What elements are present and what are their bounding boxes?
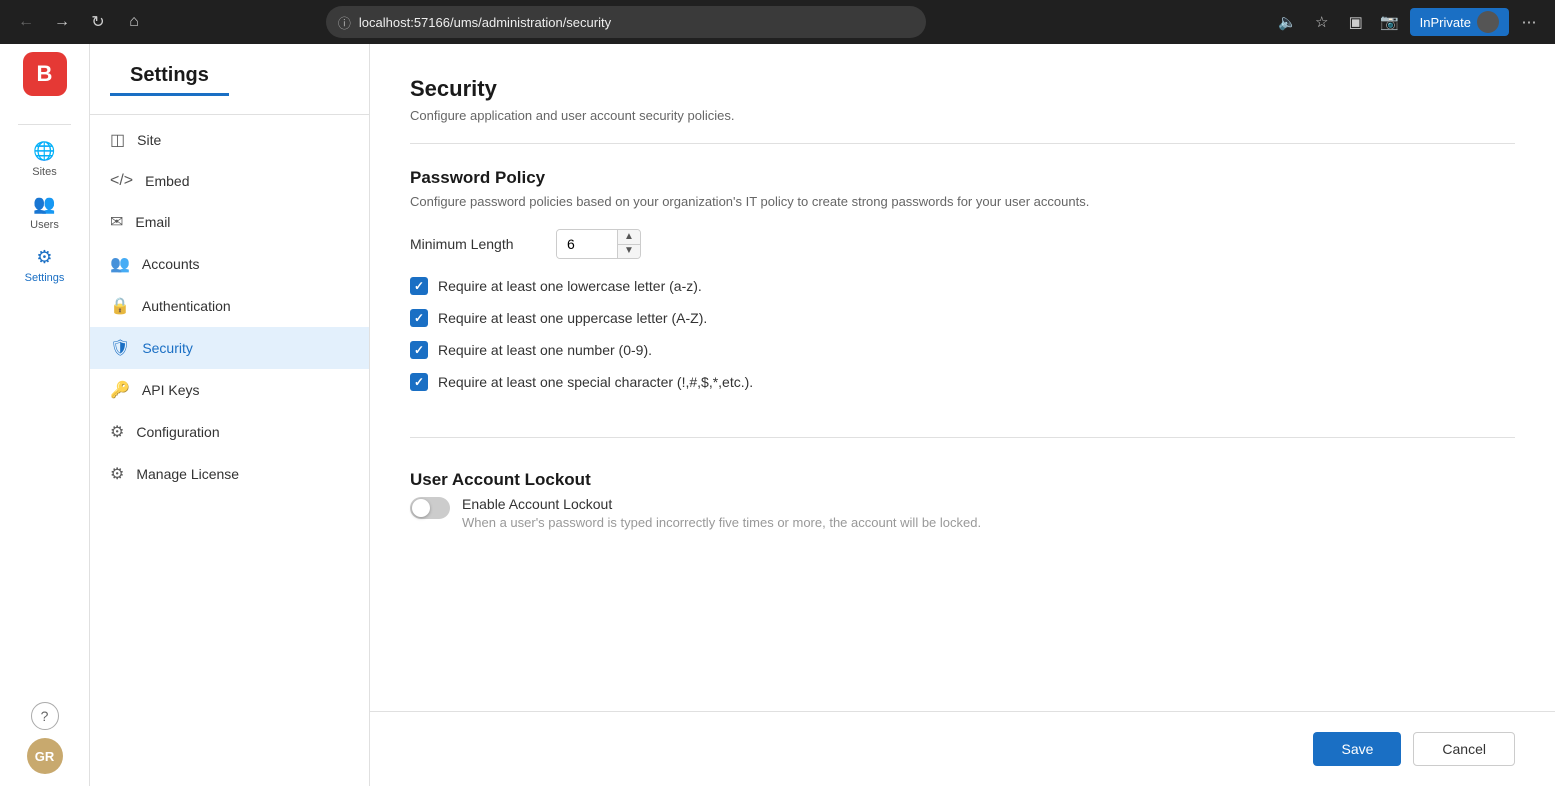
- save-button[interactable]: Save: [1313, 732, 1401, 766]
- check-mark-4: ✓: [414, 375, 424, 389]
- user-avatar[interactable]: GR: [27, 738, 63, 774]
- cancel-button[interactable]: Cancel: [1413, 732, 1515, 766]
- security-icon: 🛡: [110, 338, 130, 358]
- checkbox-number-label: Require at least one number (0-9).: [438, 342, 652, 358]
- browser-actions: 🔈 ☆ ▣ 📷 InPrivate ⋯: [1274, 8, 1543, 36]
- toggle-content: Enable Account Lockout When a user's pas…: [462, 496, 981, 530]
- settings-title-wrapper: Settings: [90, 64, 369, 115]
- email-icon: ✉: [110, 212, 123, 232]
- app-layout: B 🌐 Sites 👥 Users ⚙ Settings ? GR Settin…: [0, 44, 1555, 786]
- spinner-down[interactable]: ▼: [618, 244, 640, 259]
- account-lockout-title: User Account Lockout: [410, 470, 1515, 490]
- page-header: Security Configure application and user …: [410, 76, 1515, 144]
- sidebar-item-accounts[interactable]: 👥 Accounts: [90, 243, 369, 285]
- forward-button[interactable]: →: [48, 8, 76, 36]
- checkbox-uppercase-row: ✓ Require at least one uppercase letter …: [410, 309, 1515, 327]
- home-button[interactable]: ⌂: [120, 8, 148, 36]
- sidebar-item-site[interactable]: ◫ Site: [90, 119, 369, 161]
- settings-title: Settings: [110, 64, 229, 96]
- address-bar[interactable]: ⓘ localhost:57166/ums/administration/sec…: [326, 6, 926, 38]
- api-keys-icon: 🔑: [110, 380, 130, 400]
- sidebar-item-embed[interactable]: </> Embed: [90, 161, 369, 201]
- checkbox-number[interactable]: ✓: [410, 341, 428, 359]
- authentication-icon: 🔒: [110, 296, 130, 316]
- icon-bar-bottom: ? GR: [27, 702, 63, 786]
- refresh-button[interactable]: ↻: [84, 8, 112, 36]
- manage-license-icon: ⚙: [110, 464, 124, 484]
- checkbox-special-label: Require at least one special character (…: [438, 374, 753, 390]
- checkbox-uppercase-label: Require at least one uppercase letter (A…: [438, 310, 707, 326]
- password-policy-section: Password Policy Configure password polic…: [410, 168, 1515, 438]
- users-icon: 👥: [33, 194, 55, 215]
- password-policy-desc: Configure password policies based on you…: [410, 194, 1515, 209]
- nav-settings[interactable]: ⚙ Settings: [9, 239, 81, 292]
- check-mark-1: ✓: [414, 279, 424, 293]
- toggle-knob: [412, 499, 430, 517]
- password-policy-title: Password Policy: [410, 168, 1515, 188]
- min-length-input[interactable]: [557, 230, 617, 258]
- favorites-button[interactable]: ☆: [1308, 8, 1336, 36]
- nav-users[interactable]: 👥 Users: [9, 186, 81, 239]
- sidebar-item-security[interactable]: 🛡 Security: [90, 327, 369, 369]
- globe-icon: 🌐: [33, 141, 55, 162]
- browser-chrome: ← → ↻ ⌂ ⓘ localhost:57166/ums/administra…: [0, 0, 1555, 44]
- sidebar-item-manage-license[interactable]: ⚙ Manage License: [90, 453, 369, 495]
- checkbox-number-row: ✓ Require at least one number (0-9).: [410, 341, 1515, 359]
- info-icon: ⓘ: [338, 13, 351, 32]
- page-title: Security: [410, 76, 1515, 102]
- spinners: ▲ ▼: [617, 230, 640, 258]
- sidebar-item-api-keys[interactable]: 🔑 API Keys: [90, 369, 369, 411]
- site-icon: ◫: [110, 130, 125, 150]
- toggle-desc: When a user's password is typed incorrec…: [462, 515, 981, 530]
- sidebar-item-authentication[interactable]: 🔒 Authentication: [90, 285, 369, 327]
- account-lockout-toggle[interactable]: [410, 497, 450, 519]
- settings-icon: ⚙: [36, 247, 52, 268]
- embed-icon: </>: [110, 172, 133, 190]
- help-button[interactable]: ?: [31, 702, 59, 730]
- checkbox-lowercase[interactable]: ✓: [410, 277, 428, 295]
- collections-button[interactable]: ▣: [1342, 8, 1370, 36]
- back-button[interactable]: ←: [12, 8, 40, 36]
- configuration-icon: ⚙: [110, 422, 124, 442]
- spinner-up[interactable]: ▲: [618, 230, 640, 244]
- icon-bar: B 🌐 Sites 👥 Users ⚙ Settings ? GR: [0, 44, 90, 786]
- page-subtitle: Configure application and user account s…: [410, 108, 1515, 123]
- checkbox-special[interactable]: ✓: [410, 373, 428, 391]
- checkbox-lowercase-label: Require at least one lowercase letter (a…: [438, 278, 702, 294]
- more-options-button[interactable]: ⋯: [1515, 8, 1543, 36]
- nav-sites[interactable]: 🌐 Sites: [9, 133, 81, 186]
- min-length-input-wrapper: ▲ ▼: [556, 229, 641, 259]
- address-url: localhost:57166/ums/administration/secur…: [359, 15, 611, 30]
- accounts-icon: 👥: [110, 254, 130, 274]
- min-length-label: Minimum Length: [410, 236, 540, 252]
- settings-sidebar: Settings ◫ Site </> Embed ✉ Email 👥 Acco…: [90, 44, 370, 786]
- check-mark-2: ✓: [414, 311, 424, 325]
- sidebar-item-configuration[interactable]: ⚙ Configuration: [90, 411, 369, 453]
- min-length-row: Minimum Length ▲ ▼: [410, 229, 1515, 259]
- account-lockout-section: User Account Lockout Enable Account Lock…: [410, 470, 1515, 570]
- app-logo: B: [23, 52, 67, 96]
- toggle-row: Enable Account Lockout When a user's pas…: [410, 496, 1515, 530]
- profile-avatar: [1477, 11, 1499, 33]
- read-aloud-button[interactable]: 🔈: [1274, 8, 1302, 36]
- checkbox-uppercase[interactable]: ✓: [410, 309, 428, 327]
- footer-actions: Save Cancel: [370, 711, 1555, 786]
- check-mark-3: ✓: [414, 343, 424, 357]
- checkbox-special-row: ✓ Require at least one special character…: [410, 373, 1515, 391]
- sidebar-item-email[interactable]: ✉ Email: [90, 201, 369, 243]
- inprivate-button[interactable]: InPrivate: [1410, 8, 1509, 36]
- main-content: Security Configure application and user …: [370, 44, 1555, 786]
- toggle-label: Enable Account Lockout: [462, 496, 981, 512]
- content-area: Security Configure application and user …: [370, 44, 1555, 711]
- checkbox-lowercase-row: ✓ Require at least one lowercase letter …: [410, 277, 1515, 295]
- divider-1: [18, 124, 71, 125]
- share-button[interactable]: 📷: [1376, 8, 1404, 36]
